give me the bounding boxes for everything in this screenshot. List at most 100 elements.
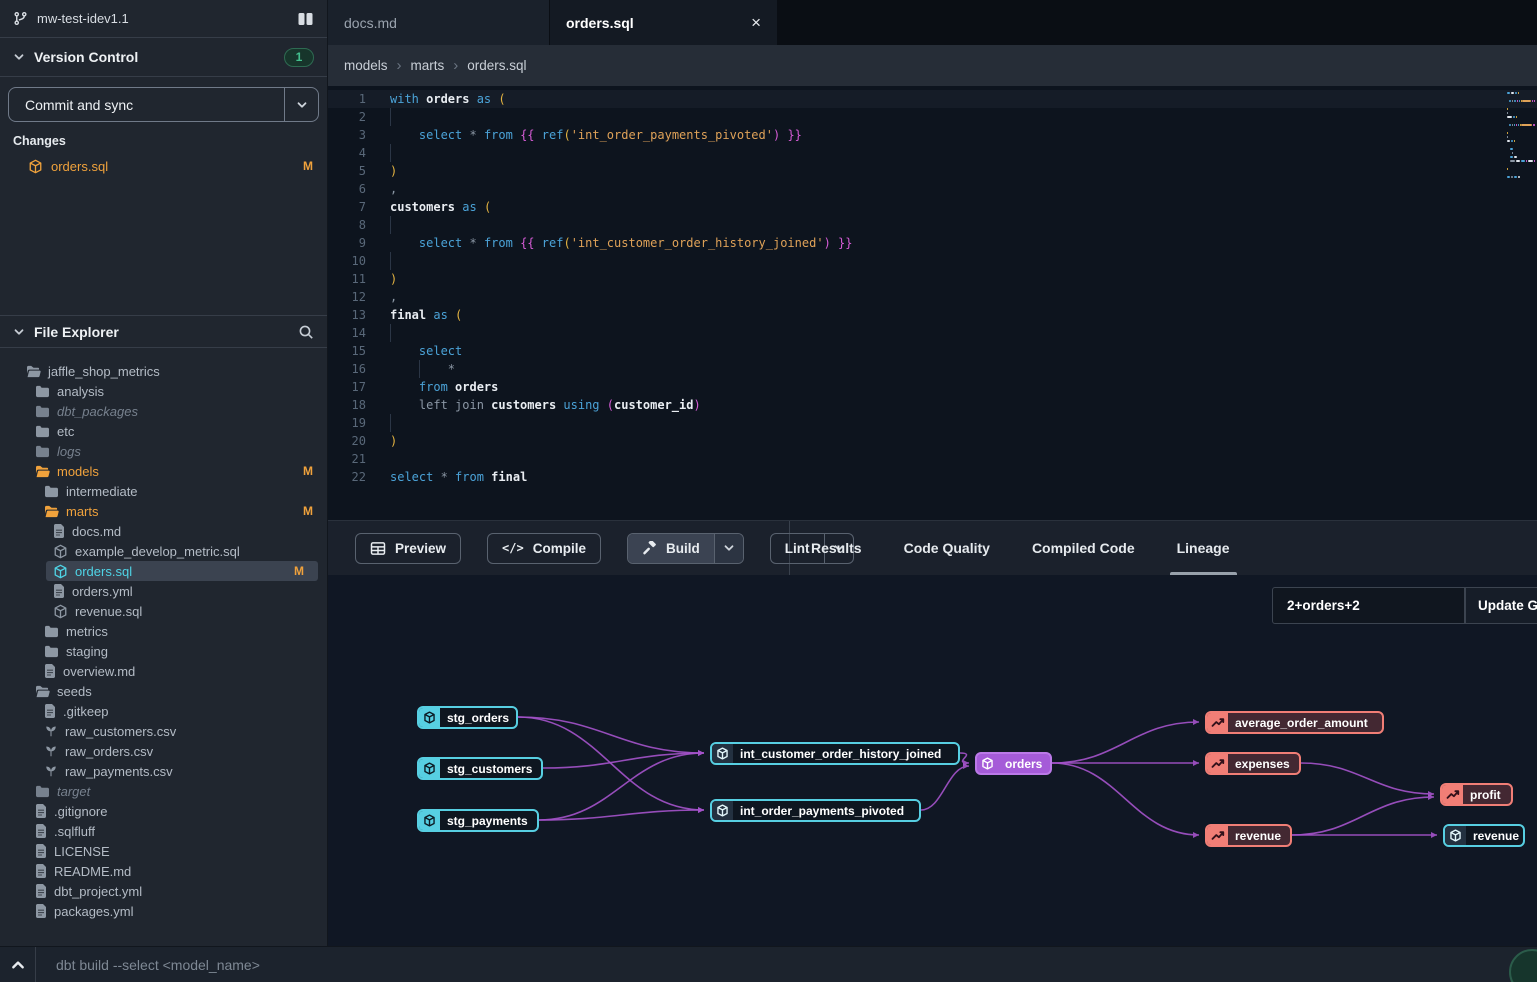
- lineage-node-stg_customers[interactable]: stg_customers: [417, 757, 543, 780]
- file-tree-item-README.md[interactable]: README.md: [0, 861, 327, 881]
- panel-tab-lineage[interactable]: Lineage: [1156, 521, 1251, 575]
- lineage-node-stg_orders[interactable]: stg_orders: [417, 706, 518, 729]
- changed-file-row[interactable]: orders.sql M: [0, 155, 327, 177]
- minimap-line: [1507, 96, 1535, 98]
- file-tree-item-etc[interactable]: etc: [0, 421, 327, 441]
- layout-columns-icon[interactable]: [297, 12, 314, 26]
- editor-tab-docs.md[interactable]: docs.md: [328, 0, 550, 45]
- file-tree-item-orders.sql[interactable]: orders.sqlM: [46, 561, 318, 581]
- line-number: 22: [328, 468, 366, 486]
- file-tree-item-dbt_packages[interactable]: dbt_packages: [0, 401, 327, 421]
- file-tree-item-overview.md[interactable]: overview.md: [0, 661, 327, 681]
- file-tree-item-analysis[interactable]: analysis: [0, 381, 327, 401]
- file-tree-item-packages.yml[interactable]: packages.yml: [0, 901, 327, 921]
- file-tree-item-label: dbt_project.yml: [54, 884, 142, 899]
- file-tree-item-.gitkeep[interactable]: .gitkeep: [0, 701, 327, 721]
- panel-tab-compiled-code[interactable]: Compiled Code: [1011, 521, 1156, 575]
- breadcrumb-item-models[interactable]: models: [344, 58, 388, 73]
- lineage-node-revenue_model[interactable]: revenue: [1443, 824, 1525, 847]
- changes-label: Changes: [13, 134, 66, 148]
- file-tree-item-seeds[interactable]: seeds: [0, 681, 327, 701]
- build-button[interactable]: Build: [627, 533, 744, 564]
- build-options-chevron[interactable]: [714, 534, 743, 563]
- editor-tab-orders.sql[interactable]: orders.sql×: [550, 0, 778, 45]
- dbt-command-input[interactable]: [36, 947, 1537, 982]
- file-tree-item-.gitignore[interactable]: .gitignore: [0, 801, 327, 821]
- version-control-header[interactable]: Version Control 1: [0, 38, 327, 77]
- close-tab-icon[interactable]: ×: [751, 13, 761, 33]
- lineage-edge-stg_orders-to-int_order_payments_pivoted: [518, 717, 704, 810]
- lineage-node-stg_payments[interactable]: stg_payments: [417, 809, 539, 832]
- compile-button[interactable]: </> Compile: [487, 533, 601, 564]
- file-tree-item-jaffle_shop_metrics[interactable]: jaffle_shop_metrics: [0, 361, 327, 381]
- lineage-canvas[interactable]: stg_orders stg_customers stg_payments int_c…: [328, 575, 1537, 946]
- file-tree-item-target[interactable]: target: [0, 781, 327, 801]
- results-panel-tabs: ResultsCode QualityCompiled CodeLineage: [790, 521, 1537, 575]
- file-tree-item-models[interactable]: modelsM: [0, 461, 327, 481]
- search-icon[interactable]: [298, 324, 314, 340]
- hammer-icon: [642, 541, 657, 556]
- file-tree-item-label: raw_orders.csv: [65, 744, 153, 759]
- lineage-node-profit[interactable]: profit: [1440, 783, 1513, 806]
- file-tree-item-label: logs: [57, 444, 81, 459]
- file-tree-item-orders.yml[interactable]: orders.yml: [0, 581, 327, 601]
- code-token: }}: [780, 128, 802, 142]
- lineage-node-int_customer_order_history_joined[interactable]: int_customer_order_history_joined: [710, 742, 960, 765]
- line-number: 1: [328, 90, 366, 108]
- file-tree-item-raw_customers.csv[interactable]: raw_customers.csv: [0, 721, 327, 741]
- file-tree-item-logs[interactable]: logs: [0, 441, 327, 461]
- lineage-edge-int_order_payments_pivoted-to-orders: [921, 766, 969, 810]
- preview-button[interactable]: Preview: [355, 533, 461, 564]
- editor-minimap[interactable]: [1507, 92, 1535, 180]
- commit-and-sync-label: Commit and sync: [9, 88, 284, 121]
- line-number: 13: [328, 306, 366, 324]
- editor-tabbar: docs.mdorders.sql×: [328, 0, 1537, 45]
- file-tree-item-dbt_project.yml[interactable]: dbt_project.yml: [0, 881, 327, 901]
- file-tree-item-revenue.sql[interactable]: revenue.sql: [0, 601, 327, 621]
- file-tree-item-docs.md[interactable]: docs.md: [0, 521, 327, 541]
- file-tree-item-intermediate[interactable]: intermediate: [0, 481, 327, 501]
- file-tree-item-example_develop_metric.sql[interactable]: example_develop_metric.sql: [0, 541, 327, 561]
- lineage-node-expenses[interactable]: expenses: [1205, 752, 1301, 775]
- breadcrumb-item-marts[interactable]: marts: [411, 58, 445, 73]
- file-tree-item-LICENSE[interactable]: LICENSE: [0, 841, 327, 861]
- chevron-down-icon: [13, 326, 25, 338]
- line-number: 14: [328, 324, 366, 342]
- code-line-8: 8: [328, 216, 1537, 234]
- panel-bar: Preview </> Compile Build: [328, 520, 1537, 575]
- file-tree-item-staging[interactable]: staging: [0, 641, 327, 661]
- line-number: 2: [328, 108, 366, 126]
- file-tree-item-label: target: [57, 784, 90, 799]
- seed-icon: [44, 724, 58, 738]
- code-token: [390, 380, 419, 394]
- file-explorer-header[interactable]: File Explorer: [0, 315, 327, 348]
- lineage-node-int_order_payments_pivoted[interactable]: int_order_payments_pivoted: [710, 799, 921, 822]
- file-tree-item-raw_orders.csv[interactable]: raw_orders.csv: [0, 741, 327, 761]
- file-tree-item-label: .gitkeep: [63, 704, 109, 719]
- file-tree-item-.sqlfluff[interactable]: .sqlfluff: [0, 821, 327, 841]
- code-editor[interactable]: 1with orders as (23 select * from {{ ref…: [328, 86, 1537, 520]
- editor-toolbar: Preview </> Compile Build: [328, 521, 790, 575]
- lineage-selector-input[interactable]: [1272, 587, 1465, 624]
- commit-options-chevron[interactable]: [284, 88, 318, 121]
- breadcrumb-item-orders.sql[interactable]: orders.sql: [467, 58, 526, 73]
- file-tree-item-label: docs.md: [72, 524, 121, 539]
- update-graph-button[interactable]: Update Graph: [1465, 587, 1537, 624]
- code-line-6: 6,: [328, 180, 1537, 198]
- chevron-up-icon[interactable]: [0, 947, 36, 982]
- file-tree-item-label: orders.yml: [72, 584, 133, 599]
- seed-icon: [44, 764, 58, 778]
- panel-tab-results[interactable]: Results: [790, 521, 883, 575]
- file-tree-item-raw_payments.csv[interactable]: raw_payments.csv: [0, 761, 327, 781]
- panel-tab-code-quality[interactable]: Code Quality: [883, 521, 1011, 575]
- lineage-node-revenue_metric[interactable]: revenue: [1205, 824, 1292, 847]
- file-tree-item-metrics[interactable]: metrics: [0, 621, 327, 641]
- file-tree-item-marts[interactable]: martsM: [0, 501, 327, 521]
- version-control-badge: 1: [284, 48, 314, 67]
- commit-and-sync-button[interactable]: Commit and sync: [8, 87, 319, 122]
- model-cube-icon: [1445, 826, 1466, 845]
- preview-label: Preview: [395, 541, 446, 556]
- lineage-node-orders[interactable]: orders: [975, 752, 1052, 775]
- lineage-node-label: revenue: [1466, 829, 1525, 843]
- lineage-node-average_order_amount[interactable]: average_order_amount: [1205, 711, 1384, 734]
